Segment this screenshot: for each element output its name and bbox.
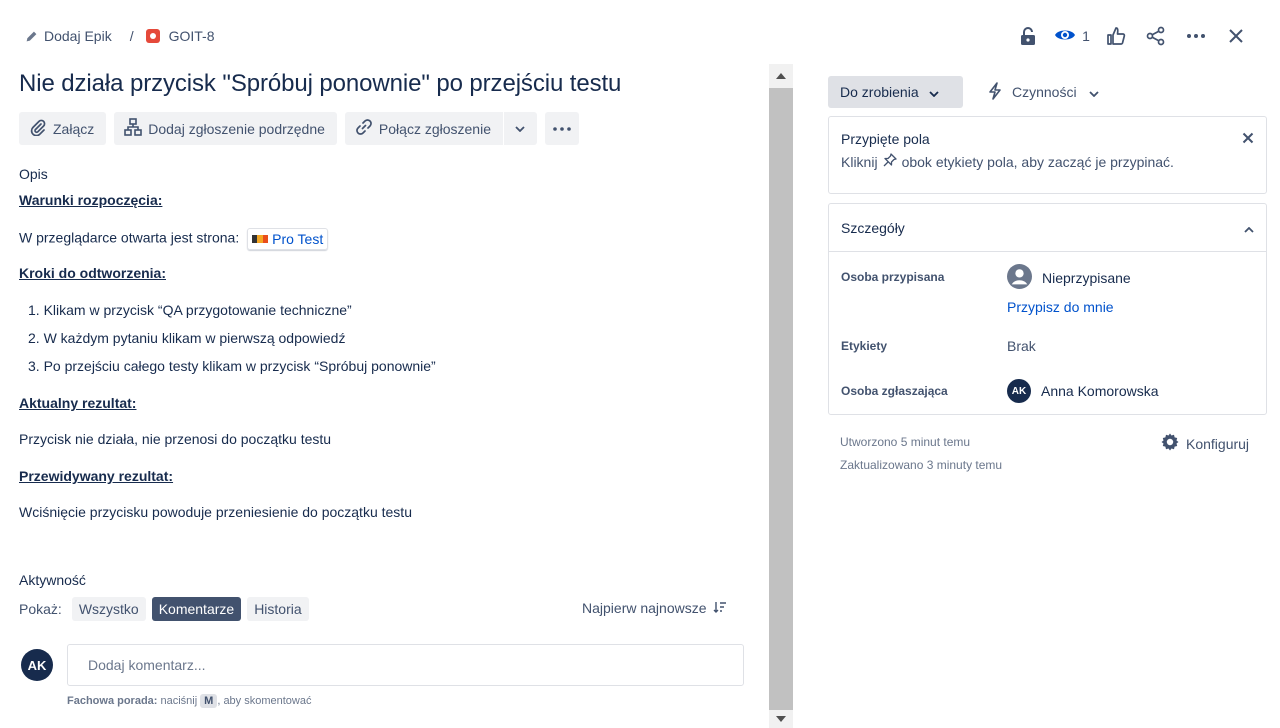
eye-icon [1054, 27, 1076, 46]
sort-order-button[interactable]: Najpierw najnowsze [582, 600, 727, 616]
add-epic-link[interactable]: Dodaj Epik [44, 28, 112, 44]
details-title: Szczegóły [841, 219, 905, 236]
scrollbar-thumb[interactable] [769, 88, 793, 710]
avatar: AK [21, 649, 53, 681]
avatar: AK [1007, 379, 1031, 403]
close-icon[interactable] [1242, 131, 1254, 147]
breadcrumb: Dodaj Epik / GOIT-8 [22, 26, 215, 46]
link-issue-button-group: Połącz zgłoszenie [344, 112, 537, 145]
details-panel: Szczegóły Osoba przypisana Nieprzypisane… [828, 203, 1267, 415]
actual-result-heading: Aktualny rezultat: [19, 395, 137, 411]
chevron-down-icon [1088, 84, 1099, 100]
steps-list: 1. Klikam w przycisk “QA przygotowanie t… [28, 301, 436, 385]
pin-icon [883, 153, 897, 170]
created-timestamp: Utworzono 5 minut temu [840, 435, 971, 449]
smart-link[interactable]: Pro Test [247, 228, 329, 250]
paperclip-icon [29, 118, 47, 139]
list-item: 2. W każdym pytaniu klikam w pierwszą od… [28, 330, 346, 346]
tip-pre: naciśnij [160, 695, 198, 707]
expected-result-text: Wciśnięcie przycisku powoduje przeniesie… [19, 504, 412, 520]
lightning-icon [986, 81, 1004, 103]
steps-heading: Kroki do odtworzenia: [19, 265, 166, 281]
link-issue-button[interactable]: Połącz zgłoszenie [345, 112, 503, 145]
preconditions-paragraph: W przeglądarce otwarta jest strona: Pro … [19, 228, 329, 250]
filter-history-button[interactable]: Historia [247, 597, 309, 621]
chevron-down-icon[interactable] [504, 112, 537, 145]
keyboard-shortcut: M [200, 694, 218, 708]
share-icon[interactable] [1136, 22, 1176, 50]
attach-label: Załącz [53, 120, 95, 137]
updated-timestamp: Zaktualizowano 3 minuty temu [840, 458, 1003, 472]
reporter-value[interactable]: AK Anna Komorowska [1007, 379, 1159, 403]
watch-button[interactable]: 1 [1048, 27, 1096, 46]
close-icon[interactable] [1216, 22, 1256, 50]
reporter-name: Anna Komorowska [1041, 383, 1159, 399]
assign-to-me-link[interactable]: Przypisz do mnie [1007, 299, 1114, 315]
attach-button[interactable]: Załącz [19, 112, 107, 145]
pinned-fields-hint: Kliknij obok etykiety pola, aby zacząć j… [829, 153, 1266, 170]
hint-post: obok etykiety pola, aby zacząć je przypi… [901, 153, 1174, 170]
issue-header-actions: 1 [1008, 22, 1256, 50]
list-item: 3. Po przejściu całego testy klikam w pr… [28, 358, 436, 374]
watch-count: 1 [1082, 28, 1090, 44]
comment-input[interactable]: Dodaj komentarz... [67, 644, 744, 686]
configure-button[interactable]: Konfiguruj [1160, 432, 1249, 455]
labels-value[interactable]: Brak [1007, 338, 1036, 354]
link-icon [355, 118, 373, 139]
show-label: Pokaż: [19, 601, 62, 617]
assignee-name: Nieprzypisane [1042, 270, 1131, 286]
actual-result-text: Przycisk nie działa, nie przenosi do poc… [19, 431, 332, 447]
actions-label: Czynności [1012, 84, 1077, 100]
pinned-fields-title: Przypięte pola [841, 131, 930, 147]
lock-icon[interactable] [1008, 22, 1048, 50]
reporter-label: Osoba zgłaszająca [841, 384, 948, 398]
preconditions-heading: Warunki rozpoczęcia: [19, 192, 163, 208]
issue-key-link[interactable]: GOIT-8 [169, 28, 215, 44]
preconditions-text: W przeglądarce otwarta jest strona: [19, 229, 240, 246]
hint-pre: Kliknij [841, 153, 878, 170]
filter-all-button[interactable]: Wszystko [71, 597, 146, 621]
sort-icon [713, 600, 727, 616]
scroll-down-arrow-icon[interactable] [769, 710, 793, 728]
add-child-label: Dodaj zgłoszenie podrzędne [148, 120, 325, 137]
issue-title[interactable]: Nie działa przycisk "Spróbuj ponownie" p… [19, 70, 621, 98]
actions-dropdown[interactable]: Czynności [986, 76, 1099, 108]
tip-bold: Fachowa porada: [67, 695, 158, 707]
configure-label: Konfiguruj [1186, 435, 1250, 452]
chevron-down-icon [928, 84, 939, 100]
activity-filter-row: Pokaż: Wszystko Komentarze Historia [19, 597, 309, 621]
issue-toolbar: Załącz Dodaj zgłoszenie podrzędne Połącz… [19, 112, 579, 145]
smart-link-label: Pro Test [272, 231, 324, 247]
tip-post: , aby skomentować [217, 695, 312, 707]
list-item: 1. Klikam w przycisk “QA przygotowanie t… [28, 302, 352, 318]
details-header[interactable]: Szczegóły [829, 204, 1266, 252]
more-actions-icon[interactable] [1176, 22, 1216, 50]
chevron-up-icon[interactable] [1244, 220, 1254, 236]
site-favicon-icon [252, 235, 269, 243]
like-icon[interactable] [1096, 22, 1136, 50]
expected-result-heading: Przewidywany rezultat: [19, 468, 174, 484]
link-issue-label: Połącz zgłoszenie [378, 120, 491, 137]
scroll-up-arrow-icon[interactable] [769, 64, 793, 88]
assignee-label: Osoba przypisana [841, 270, 945, 284]
activity-label: Aktywność [19, 572, 86, 588]
labels-label: Etykiety [841, 339, 888, 353]
pro-tip: Fachowa porada: naciśnij M , aby skoment… [67, 694, 311, 708]
filter-comments-button[interactable]: Komentarze [151, 597, 242, 621]
sort-label: Najpierw najnowsze [582, 600, 707, 616]
more-icon[interactable] [544, 112, 579, 145]
gear-icon [1160, 432, 1180, 455]
description-label: Opis [19, 166, 48, 182]
pinned-fields-panel: Przypięte pola Kliknij obok etykiety pol… [828, 116, 1267, 194]
hierarchy-icon [124, 118, 143, 139]
add-child-issue-button[interactable]: Dodaj zgłoszenie podrzędne [114, 112, 337, 145]
pencil-icon [22, 30, 40, 43]
breadcrumb-separator: / [129, 28, 134, 44]
status-label: Do zrobienia [840, 84, 919, 100]
assignee-value[interactable]: Nieprzypisane [1007, 264, 1131, 292]
bug-icon [145, 29, 160, 43]
unassigned-avatar-icon [1007, 264, 1032, 292]
status-dropdown[interactable]: Do zrobienia [828, 76, 963, 108]
